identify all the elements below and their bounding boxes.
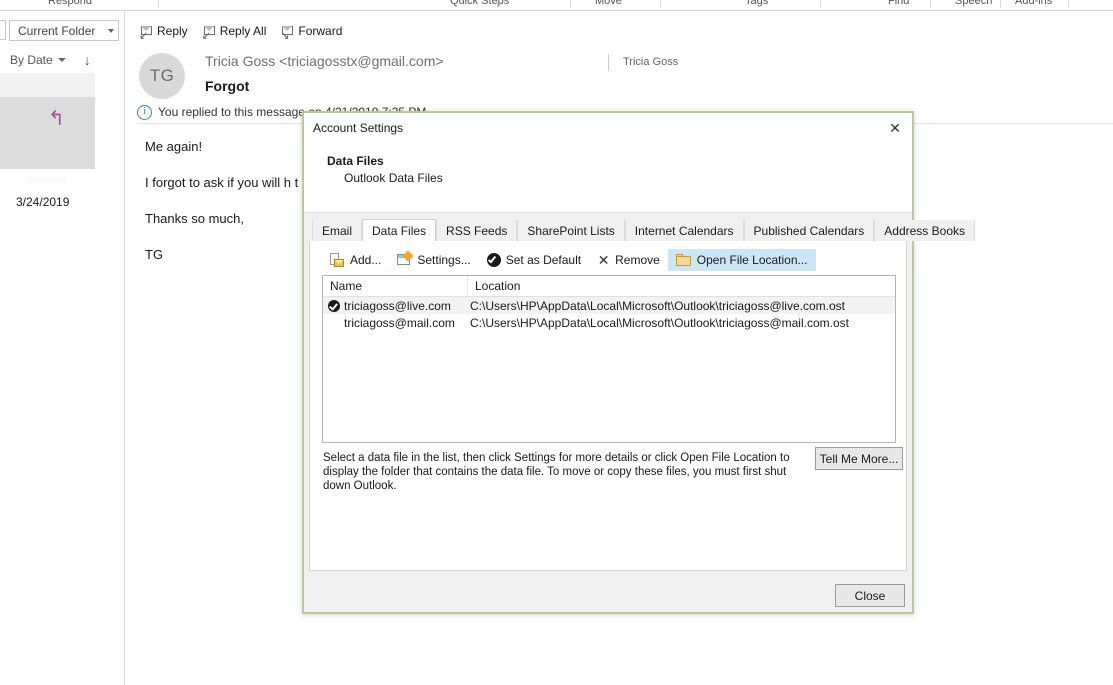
ribbon-separator (497, 0, 498, 8)
folder-scope-row: Current Folder (0, 17, 124, 43)
close-x-glyph: ✕ (889, 120, 901, 136)
settings-button[interactable]: Settings... (389, 249, 478, 271)
ribbon-separator (930, 0, 931, 8)
tab-sharepoint-lists[interactable]: SharePoint Lists (517, 220, 625, 241)
recipient-name: Tricia Goss (623, 56, 679, 68)
sort-by-date-label[interactable]: By Date (10, 53, 53, 67)
settings-icon (397, 250, 415, 267)
add-data-file-icon (330, 252, 345, 268)
settings-button-label: Settings... (417, 253, 471, 267)
dialog-titlebar: Account Settings ✕ (304, 113, 912, 143)
current-folder-label: Current Folder (18, 23, 96, 38)
ribbon-group-label: Speech (955, 0, 993, 7)
open-file-location-button[interactable]: Open File Location... (667, 249, 816, 271)
remove-button-label: Remove (615, 253, 660, 267)
data-file-location: C:\Users\HP\AppData\Local\Microsoft\Outl… (470, 315, 849, 330)
reply-button[interactable]: ↙ Reply (139, 24, 188, 41)
tell-me-more-button[interactable]: Tell Me More... (815, 447, 903, 470)
scope-edge-fragment (0, 20, 6, 40)
default-data-file-check-icon (328, 299, 340, 312)
tab-data-files[interactable]: Data Files (362, 219, 437, 241)
remove-x-icon: ✕ (597, 251, 610, 268)
reply-button-label: Reply (157, 24, 188, 38)
sort-row: By Date ↓ (0, 49, 124, 71)
add-button-label: Add... (350, 253, 382, 267)
column-header-name[interactable]: Name (323, 276, 468, 296)
forward-envelope-icon: ↘ (280, 25, 294, 41)
set-as-default-check-icon (486, 253, 501, 267)
tab-internet-calendars[interactable]: Internet Calendars (624, 220, 744, 241)
tab-rss-feeds[interactable]: RSS Feeds (436, 220, 518, 241)
tab-published-calendars[interactable]: Published Calendars (743, 220, 875, 241)
ribbon-separator (660, 0, 661, 8)
dialog-title: Account Settings (313, 121, 404, 135)
table-row[interactable]: triciagoss@mail.com C:\Users\HP\AppData\… (323, 314, 895, 331)
data-file-name-cell: triciagoss@live.com (323, 299, 468, 313)
sender-divider (608, 54, 609, 71)
add-button[interactable]: Add... (322, 249, 389, 271)
dialog-header-heading: Data Files (327, 154, 384, 168)
data-files-tab-panel: Add... Settings... Set as Default ✕ Remo… (309, 241, 907, 571)
list-divider (28, 177, 66, 183)
message-list-pane: Current Folder By Date ↓ ↰ 3/24/2019 (0, 11, 125, 685)
tab-email[interactable]: Email (312, 220, 363, 241)
ribbon-group-label: Find (888, 0, 910, 7)
close-button[interactable]: Close (835, 584, 905, 607)
ribbon-separator (820, 0, 821, 8)
no-default-badge-spacer (328, 317, 340, 329)
data-files-list[interactable]: Name Location triciagoss@live.com C:\Use… (322, 275, 896, 443)
open-file-location-button-label: Open File Location... (696, 253, 808, 267)
dialog-header-subtext: Outlook Data Files (344, 171, 443, 185)
dialog-footer: Close (304, 572, 912, 612)
message-list-header-band (0, 73, 95, 97)
table-row[interactable]: triciagoss@live.com C:\Users\HP\AppData\… (323, 297, 895, 314)
list-item-date: 3/24/2019 (16, 195, 70, 209)
ribbon-group-label: Add-ins (1015, 0, 1053, 7)
avatar: TG (139, 53, 185, 99)
reply-arrow-icon: ↰ (48, 108, 65, 130)
data-files-description: Select a data file in the list, then cli… (323, 452, 790, 492)
ribbon-group-label: Move (595, 0, 622, 7)
set-as-default-button-label: Set as Default (505, 253, 582, 267)
chevron-down-icon[interactable] (57, 58, 66, 62)
sender-block: TG Tricia Goss <triciagosstx@gmail.com> … (139, 49, 1099, 105)
ribbon-separator (1068, 0, 1069, 8)
list-item[interactable]: ↰ (0, 97, 95, 169)
respond-toolbar: ↙ Reply ↙ Reply All ↘ Forward (139, 21, 342, 41)
reply-all-envelope-icon: ↙ (202, 25, 216, 41)
forward-button[interactable]: ↘ Forward (280, 24, 343, 41)
ribbon-separator (158, 0, 159, 8)
ribbon-group-label: Respond (48, 0, 93, 7)
ribbon-group-label: Quick Steps (450, 0, 510, 7)
reply-all-button-label: Reply All (219, 24, 267, 38)
data-files-toolbar: Add... Settings... Set as Default ✕ Remo… (322, 249, 816, 271)
data-file-name: triciagoss@live.com (344, 298, 451, 313)
message-subject: Forgot (205, 78, 250, 94)
column-header-location[interactable]: Location (468, 276, 895, 296)
dialog-tab-strip: Email Data Files RSS Feeds SharePoint Li… (304, 219, 975, 241)
sort-direction-down-arrow-icon[interactable]: ↓ (84, 53, 91, 67)
chevron-down-icon (108, 28, 114, 33)
info-icon: i (137, 104, 152, 120)
tab-address-books[interactable]: Address Books (874, 220, 975, 241)
data-file-name: triciagoss@mail.com (344, 315, 455, 330)
ribbon-group-label: Tags (745, 0, 769, 7)
set-as-default-button[interactable]: Set as Default (479, 249, 589, 271)
data-file-location: C:\Users\HP\AppData\Local\Microsoft\Outl… (470, 298, 845, 313)
sender-name-and-address: Tricia Goss <triciagosstx@gmail.com> (205, 53, 444, 69)
reply-envelope-icon: ↙ (139, 25, 153, 41)
account-settings-dialog: Account Settings ✕ Data Files Outlook Da… (302, 111, 975, 614)
ribbon-separator (570, 0, 571, 8)
reply-all-button[interactable]: ↙ Reply All (202, 24, 267, 41)
current-folder-dropdown[interactable]: Current Folder (9, 20, 119, 41)
close-icon[interactable]: ✕ (878, 113, 912, 143)
table-header-row: Name Location (323, 276, 895, 297)
ribbon-strip: Respond Quick Steps Move Tags Find Speech Add-… (0, 0, 1113, 11)
dialog-header-panel: Data Files Outlook Data Files (304, 143, 912, 213)
remove-button[interactable]: ✕ Remove (589, 249, 668, 271)
folder-icon (675, 253, 692, 267)
data-file-name-cell: triciagoss@mail.com (323, 316, 468, 330)
ribbon-separator (1000, 0, 1001, 8)
forward-button-label: Forward (298, 24, 343, 38)
